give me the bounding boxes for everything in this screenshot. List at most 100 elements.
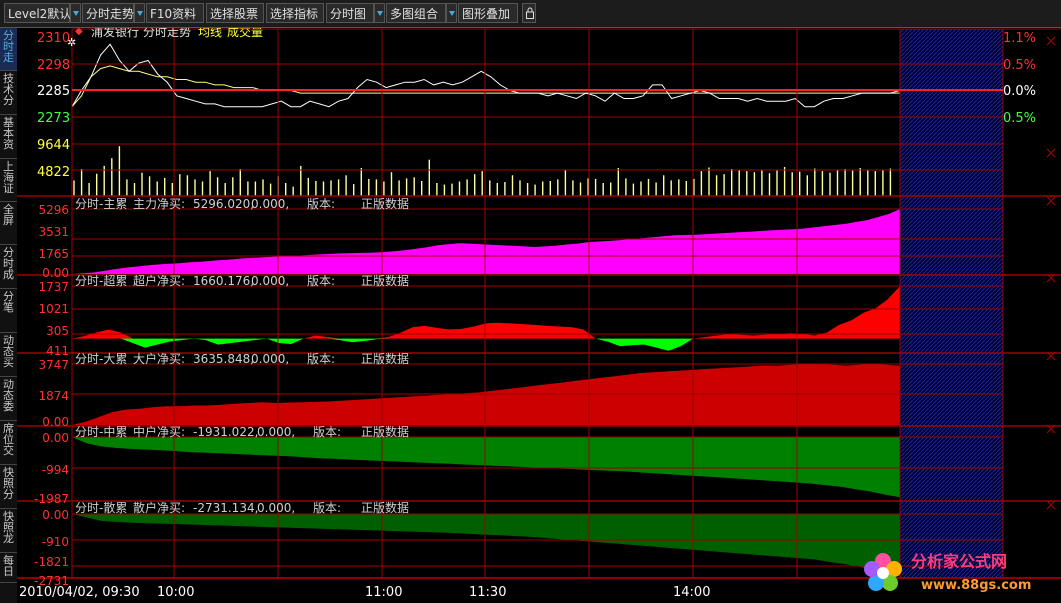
- version-label: 版本:: [307, 352, 335, 366]
- sidebar-tab-4[interactable]: 全屏: [0, 202, 17, 245]
- panel-value: -1931.022,: [193, 425, 258, 439]
- toolbar-button-0[interactable]: Level2默认: [4, 3, 71, 23]
- version-value: 正版数据: [361, 273, 409, 288]
- sidebar-tab-2[interactable]: 基本资: [0, 115, 17, 159]
- panel-tick: -994: [42, 463, 69, 477]
- toolbar-button-7[interactable]: 图形叠加: [458, 3, 518, 23]
- toolbar-button-2[interactable]: F10资料: [146, 3, 204, 23]
- avg-label: 均线: [198, 28, 222, 39]
- price-tick: 2310: [37, 31, 70, 46]
- panel-value: -2731.134,: [193, 501, 258, 515]
- panel-tick: 0.00: [42, 508, 69, 522]
- close-icon[interactable]: [1046, 36, 1056, 46]
- sidebar-tab-5[interactable]: 分时成: [0, 245, 17, 289]
- panel-label: 中户净买:: [133, 424, 185, 439]
- toolbar-button-5[interactable]: 分时图: [326, 3, 374, 23]
- panel-tick: 5296: [38, 203, 69, 217]
- sidebar-tab-9[interactable]: 席位交: [0, 421, 17, 465]
- volume-tick: 4822: [37, 165, 70, 180]
- panel-tick: 3531: [38, 225, 69, 239]
- panel-extra: 0.000,: [251, 352, 289, 366]
- version-label: 版本:: [307, 197, 335, 211]
- future-area: [900, 29, 1003, 578]
- panel-title: 分时-散累: [75, 500, 127, 515]
- panel-tick: -1987: [34, 492, 69, 506]
- flower-icon: [864, 553, 902, 591]
- panel-value: 5296.020,: [193, 197, 254, 211]
- pct-tick: 1.1%: [1003, 31, 1036, 46]
- sidebar-tab-6[interactable]: 分笔: [0, 289, 17, 333]
- sidebar-tab-1[interactable]: 技术分: [0, 71, 17, 115]
- panel-extra: 0.000,: [251, 274, 289, 288]
- version-value: 正版数据: [361, 500, 409, 515]
- chart-area[interactable]: ◆ 浦发银行 分时走势 均线 成交量✲23102298228522731.1%0.5%0…: [17, 28, 1061, 603]
- watermark-text: 分析家公式网: [911, 552, 1007, 571]
- panel-tick: 1765: [38, 247, 69, 261]
- close-icon[interactable]: [1046, 500, 1056, 510]
- panel-tick: -1821: [34, 555, 69, 569]
- sidebar-tab-11[interactable]: 快照龙: [0, 509, 17, 553]
- panel-label: 超户净买:: [133, 273, 185, 288]
- panel-tick: -910: [42, 535, 69, 549]
- panel-tick: 3747: [38, 358, 69, 372]
- toolbar-button-3[interactable]: 选择股票: [206, 3, 264, 23]
- version-value: 正版数据: [361, 351, 409, 366]
- main-area: [72, 209, 900, 274]
- panel-title: 分时-中累: [75, 424, 127, 439]
- super-area-negative: [72, 338, 900, 351]
- panel-tick: 1874: [38, 389, 69, 403]
- close-icon[interactable]: [1046, 148, 1056, 158]
- panel-tick: 0.00: [42, 431, 69, 445]
- panel-tick: 0.00: [42, 415, 69, 429]
- panel-tick: 411: [46, 344, 69, 358]
- stock-name: 浦发银行: [91, 28, 139, 39]
- volume-label: 成交量: [227, 28, 263, 39]
- panel-tick: 1737: [38, 280, 69, 294]
- version-value: 正版数据: [361, 424, 409, 439]
- super-area-positive: [72, 286, 900, 339]
- time-tick: 11:00: [365, 585, 402, 600]
- chevron-down-icon[interactable]: [70, 3, 81, 23]
- view-name: 分时走势: [143, 28, 191, 39]
- sidebar-tab-12[interactable]: 每日: [0, 553, 17, 583]
- toolbar: Level2默认 分时走势 F10资料 选择股票 选择指标 分时图 多图组合 图形叠加: [0, 0, 1061, 28]
- volume-tick: 9644: [37, 138, 70, 153]
- lock-icon[interactable]: [522, 3, 536, 23]
- panel-label: 散户净买:: [133, 500, 185, 515]
- chevron-down-icon[interactable]: [374, 3, 385, 23]
- time-tick: 14:00: [673, 585, 710, 600]
- panel-tick: 305: [46, 324, 69, 338]
- chevron-down-icon[interactable]: [134, 3, 145, 23]
- panel-label: 大户净买:: [133, 351, 185, 366]
- panel-extra: 0.000,: [257, 501, 295, 515]
- time-tick: 11:30: [469, 585, 506, 600]
- sidebar-tab-0[interactable]: 分时走: [0, 28, 17, 71]
- price-tick: 2298: [37, 58, 70, 73]
- panel-label: 主力净买:: [133, 197, 185, 211]
- panel-value: 1660.176,: [193, 274, 254, 288]
- sidebar: 分时走 技术分 基本资 上海证 全屏 分时成 分笔 动态买 动态委 席位交 快照分 快照龙 每日: [0, 28, 17, 603]
- toolbar-button-6[interactable]: 多图组合: [386, 3, 446, 23]
- sidebar-tab-7[interactable]: 动态买: [0, 333, 17, 377]
- version-label: 版本:: [313, 501, 341, 515]
- date-label: 2010/04/02, 09:30: [19, 585, 140, 600]
- toolbar-button-4[interactable]: 选择指标: [266, 3, 324, 23]
- sidebar-tab-3[interactable]: 上海证: [0, 159, 17, 202]
- pct-tick: 0.5%: [1003, 58, 1036, 73]
- price-tick: 2285: [37, 84, 70, 99]
- mid-area: [72, 437, 900, 498]
- sidebar-tab-8[interactable]: 动态委: [0, 377, 17, 421]
- version-value: 正版数据: [361, 196, 409, 211]
- panel-extra: 0.000,: [257, 425, 295, 439]
- panel-tick: 0.00: [42, 266, 69, 280]
- close-icon[interactable]: [1046, 196, 1056, 206]
- toolbar-button-1[interactable]: 分时走势: [82, 3, 134, 23]
- version-label: 版本:: [313, 425, 341, 439]
- sidebar-tab-10[interactable]: 快照分: [0, 465, 17, 509]
- panel-tick: 1021: [38, 302, 69, 316]
- pct-tick: 0.5%: [1003, 111, 1036, 126]
- panel-extra: 0.000,: [251, 197, 289, 211]
- chevron-down-icon[interactable]: [446, 3, 457, 23]
- panel-title: 分时-大累: [75, 352, 127, 366]
- version-label: 版本:: [307, 274, 335, 288]
